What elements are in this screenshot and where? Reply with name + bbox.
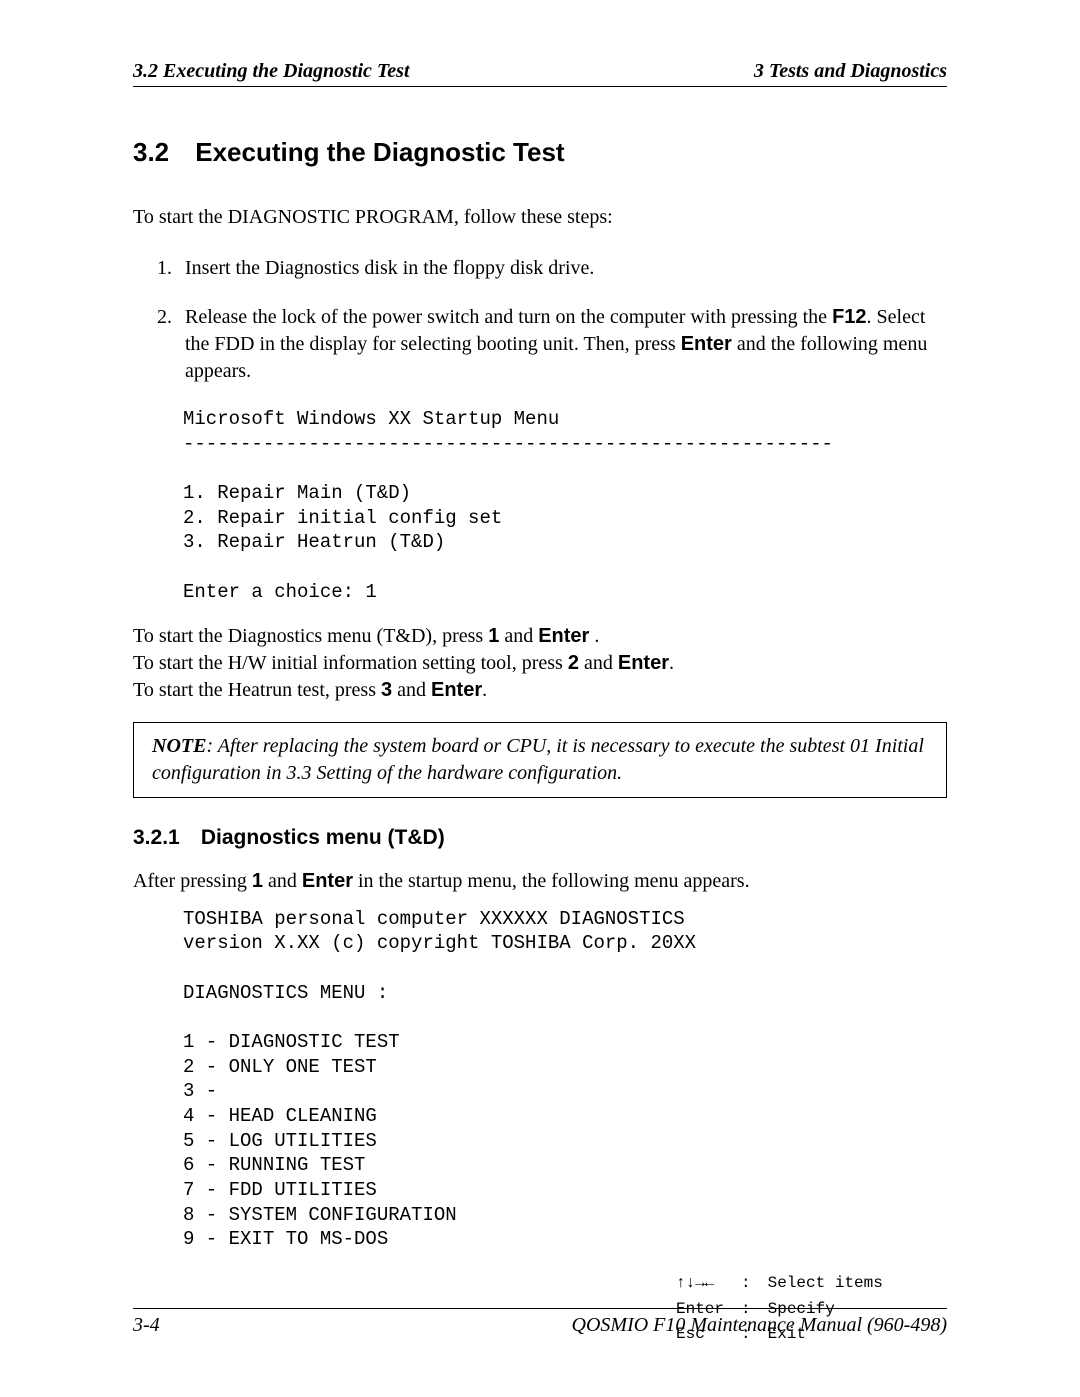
arrows-icon: ↑↓→←	[675, 1272, 738, 1296]
key-enter: Enter	[681, 333, 732, 355]
post-steps-block: To start the Diagnostics menu (T&D), pre…	[133, 623, 947, 704]
running-header: 3.2 Executing the Diagnostic Test 3 Test…	[133, 60, 947, 87]
subsection-heading: Diagnostics menu (T&D)	[201, 826, 445, 849]
note-box: NOTE: After replacing the system board o…	[133, 722, 947, 798]
subsection-title: 3.2.1 Diagnostics menu (T&D)	[133, 826, 947, 850]
section-number: 3.2	[133, 137, 188, 168]
after-press-text: After pressing 1 and Enter in the startu…	[133, 868, 947, 895]
footer-page-number: 3-4	[133, 1314, 160, 1337]
header-left: 3.2 Executing the Diagnostic Test	[133, 60, 410, 83]
step-list: Insert the Diagnostics disk in the flopp…	[133, 255, 947, 385]
header-right: 3 Tests and Diagnostics	[754, 60, 947, 83]
note-text: : After replacing the system board or CP…	[152, 735, 924, 784]
key-f12: F12	[832, 306, 866, 328]
note-label: NOTE	[152, 735, 206, 757]
running-footer: 3-4 QOSMIO F10 Maintenance Manual (960-4…	[133, 1308, 947, 1337]
section-title: 3.2 Executing the Diagnostic Test	[133, 137, 947, 168]
intro-text: To start the DIAGNOSTIC PROGRAM, follow …	[133, 204, 947, 231]
diagnostics-menu-block: TOSHIBA personal computer XXXXXX DIAGNOS…	[183, 907, 947, 1253]
step-1: Insert the Diagnostics disk in the flopp…	[177, 255, 947, 282]
step-2: Release the lock of the power switch and…	[177, 304, 947, 385]
section-heading: Executing the Diagnostic Test	[195, 137, 564, 167]
subsection-number: 3.2.1	[133, 826, 195, 850]
startup-menu-block: Microsoft Windows XX Startup Menu ------…	[183, 407, 947, 605]
page: 3.2 Executing the Diagnostic Test 3 Test…	[0, 0, 1080, 1397]
legend-row: ↑↓→← : Select items	[675, 1272, 897, 1296]
footer-manual-title: QOSMIO F10 Maintenance Manual (960-498)	[572, 1314, 947, 1337]
